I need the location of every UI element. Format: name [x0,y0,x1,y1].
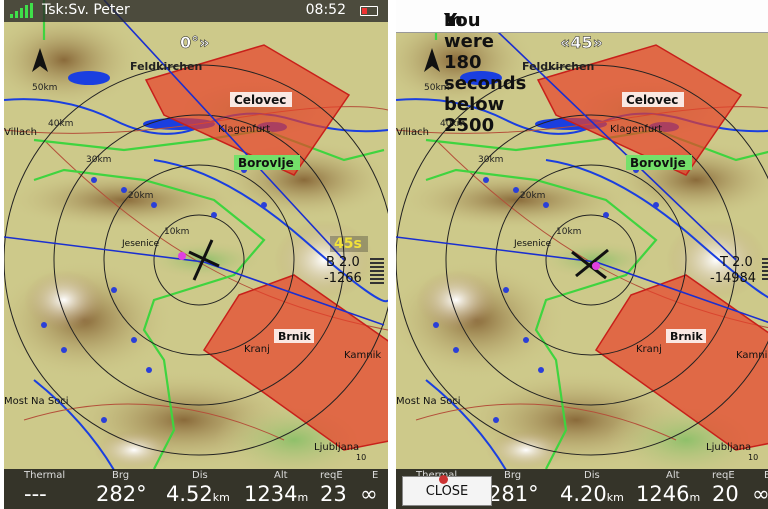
close-button[interactable]: CLOSE [402,475,492,506]
infobox-value: 1234 [244,482,298,506]
infobox-label: Brg [504,470,522,481]
battery-icon [360,6,378,16]
infobox-distance[interactable]: Dis 4.20km [552,469,632,509]
label-jesenice: Jesenice [513,239,552,249]
clock-time: 08:52 [305,2,346,18]
infobox-label: Alt [274,470,288,481]
label-most-na-soci: Most Na Soci [4,396,69,407]
status-bar: Tsk:Sv. Peter 08:52 [4,0,388,22]
signal-icon [10,3,36,22]
infobox-efficiency[interactable]: E ∞ [354,469,388,509]
label-villach: Villach [4,127,37,138]
ring-label-20: 20km [520,191,545,201]
infobox-altitude[interactable]: Alt 1246m [636,469,708,509]
infobox-efficiency[interactable]: E ∞ [746,469,768,509]
moving-map[interactable]: 50km 40km 30km 20km 10km Feldkirchen Cel… [4,0,388,509]
side-panel-line2: -14984 [710,271,756,286]
scale-label: 10 [356,453,366,462]
label-ljubljana: Ljubljana [314,442,359,453]
scale-label: 10 [748,453,758,462]
infobox-value: 4.20 [560,482,607,506]
infobox-unit: m [297,491,309,504]
label-celovec: Celovec [234,93,286,107]
label-celovec: Celovec [626,93,678,107]
infobox-label: Thermal [24,470,66,481]
infobox-label: reqE [712,470,735,481]
infobox-value: 23 [320,482,347,506]
label-brnik: Brnik [278,330,311,343]
infobox-label: Dis [192,470,208,481]
close-button-label: CLOSE [425,484,469,499]
infobox-value: 281° [488,482,539,506]
infobox-value: 282° [96,482,147,506]
side-panel-line1: T 2.0 [719,255,753,270]
label-most-na-soci: Most Na Soci [396,396,461,407]
infobox-bearing[interactable]: Brg 281° [482,469,550,509]
label-borovlje: Borovlje [630,156,686,170]
ring-label-30: 30km [86,155,111,165]
label-kamnik: Kamnik [736,350,768,361]
infobox-unit: km [212,491,230,504]
infobox-unit: km [606,491,624,504]
infobox-unit: m [689,491,701,504]
label-klagenfurt: Klagenfurt [610,124,662,135]
infobox-value: ∞ [360,482,378,506]
label-feldkirchen: Feldkirchen [130,60,202,73]
infobox-label: E [764,470,768,481]
side-panel-line1: B 2.0 [326,255,360,270]
alert-message-bar: You were 180 seconds below 2500 m! [396,0,768,136]
label-villach: Villach [396,127,429,138]
infobox-label: Brg [112,470,130,481]
right-map-screen[interactable]: 50km 40km 30km 20km 10km Feldkirchen Cel… [396,0,768,509]
task-name: Tsk:Sv. Peter [42,2,130,18]
label-borovlje: Borovlje [238,156,294,170]
side-panel-line2: -1266 [324,271,362,286]
infobox-value: 4.52 [166,482,213,506]
label-kranj: Kranj [636,344,662,355]
ring-label-40: 40km [48,119,73,129]
ring-label-10: 10km [556,227,581,237]
current-waypoint-icon [592,262,600,270]
ring-label-10: 10km [164,227,189,237]
infobox-altitude[interactable]: Alt 1234m [244,469,316,509]
label-jesenice: Jesenice [121,239,160,249]
label-kamnik: Kamnik [344,350,381,361]
infobox-value: --- [24,482,47,506]
infobox-bearing[interactable]: Brg 282° [90,469,158,509]
close-indicator-icon [439,475,448,484]
infobox-reqe[interactable]: reqE 23 [316,469,350,509]
infobox-label: E [372,470,379,481]
ring-label-30: 30km [478,155,503,165]
infobox-value: ∞ [752,482,768,506]
label-klagenfurt: Klagenfurt [218,124,270,135]
infobox-label: Dis [584,470,600,481]
alert-end: ! [444,10,453,31]
label-brnik: Brnik [670,330,703,343]
infobox-value: 20 [712,482,739,506]
ring-label-50: 50km [32,83,57,93]
infobox-value: 1246 [636,482,690,506]
label-feldkirchen: Feldkirchen [522,60,594,73]
track-bearing-label: «45» [560,33,603,52]
track-bearing-label: 0°» [180,33,209,52]
infobox-label: reqE [320,470,343,481]
infobox-bar[interactable]: Thermal --- Brg 282° Dis 4.52km Alt 1234… [4,469,388,509]
label-kranj: Kranj [244,344,270,355]
label-ljubljana: Ljubljana [706,442,751,453]
current-waypoint-icon [178,252,186,260]
infobox-distance[interactable]: Dis 4.52km [160,469,240,509]
infobox-reqe[interactable]: reqE 20 [708,469,742,509]
infobox-label: Alt [666,470,680,481]
ring-label-20: 20km [128,191,153,201]
left-map-screen[interactable]: 50km 40km 30km 20km 10km Feldkirchen Cel… [4,0,388,509]
thermal-timer: 45s [334,236,362,252]
infobox-thermal[interactable]: Thermal --- [4,469,66,509]
